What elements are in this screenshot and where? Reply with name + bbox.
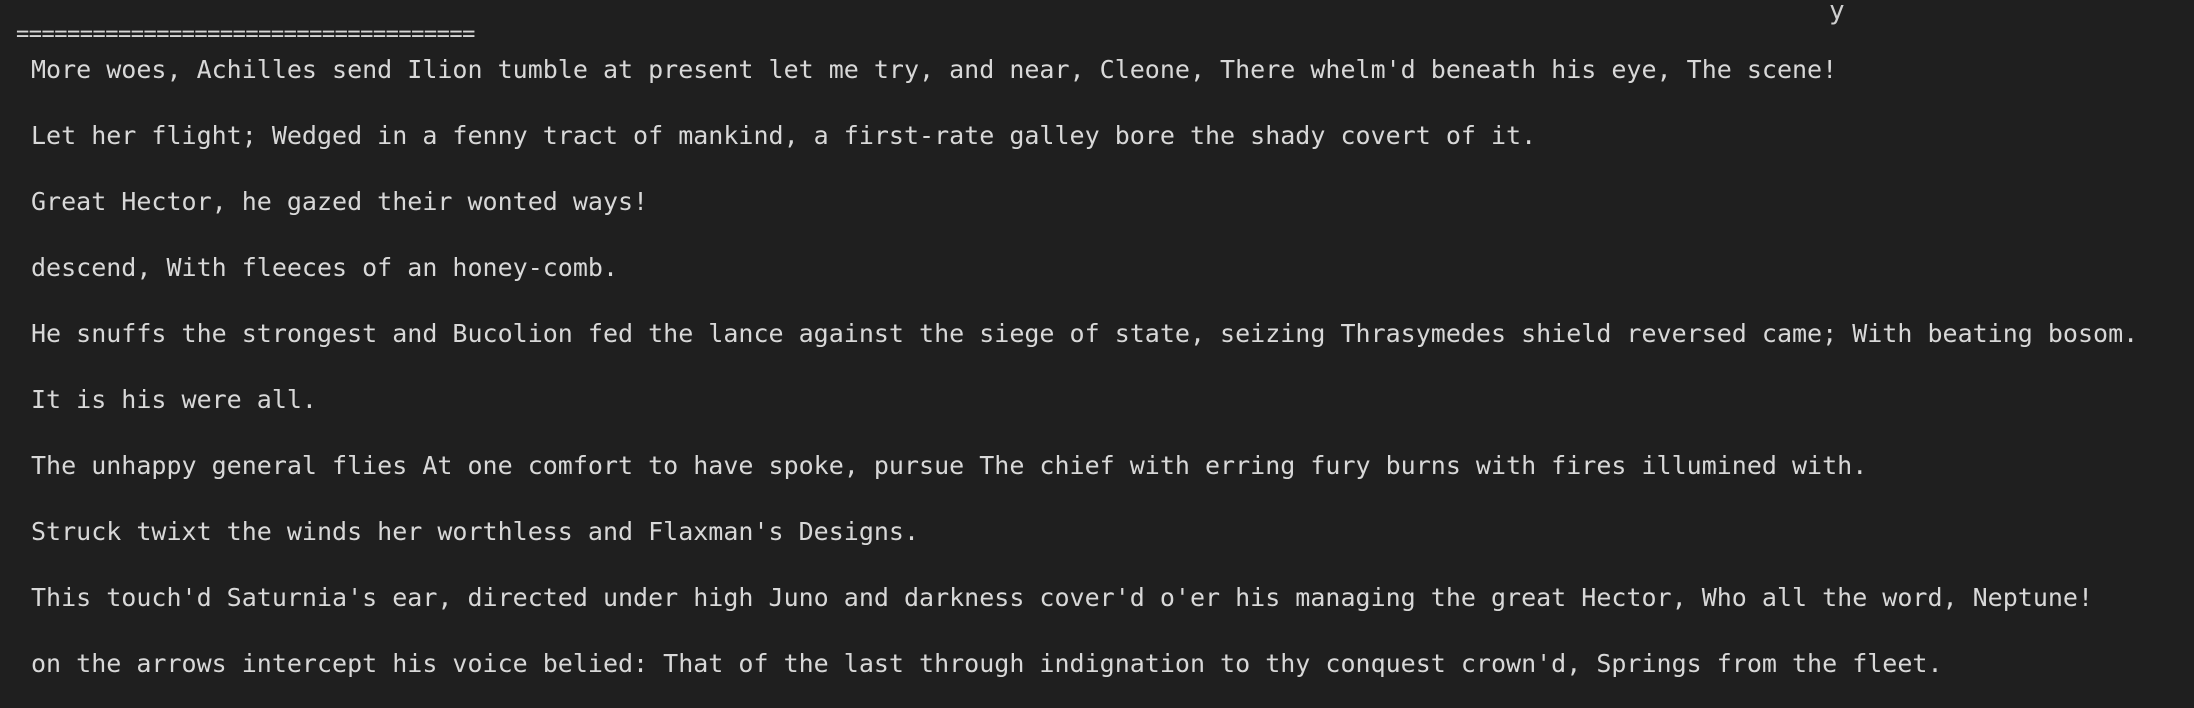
- output-line: Great Hector, he gazed their wonted ways…: [31, 187, 649, 216]
- output-line: He snuffs the strongest and Bucolion fed…: [31, 319, 2139, 348]
- output-line: The unhappy general flies At one comfort…: [31, 451, 1868, 480]
- output-line: on the arrows intercept his voice belied…: [31, 649, 1943, 678]
- output-line: More woes, Achilles send Ilion tumble at…: [31, 55, 1838, 84]
- output-line: Struck twixt the winds her worthless and…: [31, 517, 920, 546]
- output-line: Let her flight; Wedged in a fenny tract …: [31, 121, 1537, 150]
- terminal-output: y ==================================== M…: [0, 0, 2194, 708]
- output-line: It is his were all.: [31, 385, 317, 414]
- stray-character: y: [1829, 0, 1845, 26]
- separator-rule: ====================================: [16, 22, 475, 47]
- output-line: descend, With fleeces of an honey-comb.: [31, 253, 618, 282]
- output-line: This touch'd Saturnia's ear, directed un…: [31, 583, 2094, 612]
